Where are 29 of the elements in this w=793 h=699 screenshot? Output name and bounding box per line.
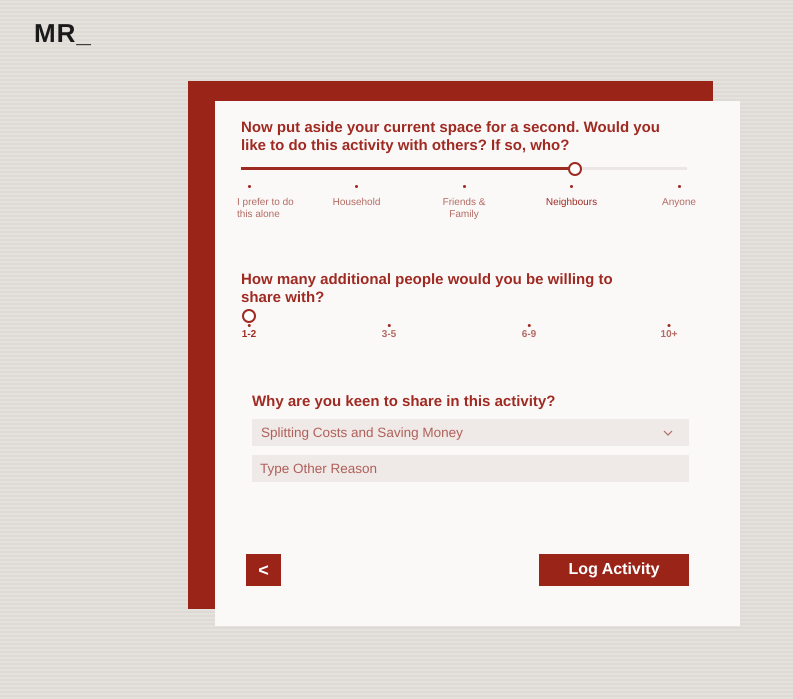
back-button[interactable]: < [246,554,281,586]
option-label[interactable]: Anyone [649,197,709,209]
chevron-down-icon [663,430,673,436]
log-activity-button[interactable]: Log Activity [539,554,689,586]
question-text: How many additional people would you be willing to share with? [241,271,614,307]
tick-dot [462,185,466,188]
option-label[interactable]: I prefer to do this alone [237,197,297,221]
question-text: Why are you keen to share in this activity? [252,393,556,411]
option-label[interactable]: Household [326,197,386,209]
option-label[interactable]: 1-2 [242,329,256,341]
option-label[interactable]: 6-9 [522,329,536,341]
option-label[interactable]: 10+ [660,329,678,341]
option-label[interactable]: 3-5 [382,329,396,341]
tick-dot [355,185,358,188]
tick-dot [527,324,530,327]
tick-dot [248,324,250,327]
option-label[interactable]: Neighbours [542,197,602,209]
tick-dot [668,324,670,327]
logo: MR_ [34,18,92,49]
question-text: Now put aside your current space for a second. Would you like to do this activity with others? If so, who? [241,119,661,155]
tick-dot [570,185,573,188]
tick-dot [248,185,250,188]
reason-dropdown[interactable]: Splitting Costs and Saving Money [252,419,689,446]
slider-thumb[interactable] [568,162,582,176]
other-reason-field[interactable]: Type Other Reason [252,455,689,482]
slider-thumb[interactable] [242,309,256,323]
tick-dot [387,324,390,327]
tick-dot [678,185,680,188]
option-label[interactable]: Friends & Family [434,197,494,221]
